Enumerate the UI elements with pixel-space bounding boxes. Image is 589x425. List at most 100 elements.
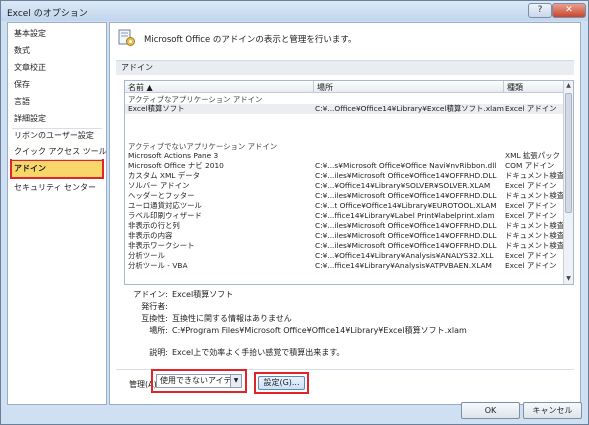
table-row[interactable]: ユーロ通貨対応ツール C:¥...t Office¥Office14¥Librar… [125,201,563,211]
addin-type: ドキュメント検査 [505,191,563,200]
detail-location-label: 場所: [149,326,168,335]
addins-table: 名前 ▲ 場所 種類 アクティブなアプリケーション アドイン Excel積算ソフ… [124,80,574,285]
addin-type: Excel アドイン [505,181,557,190]
table-row[interactable]: ソルバー アドイン C:¥...¥Office14¥Library¥SOLVER¥… [125,181,563,191]
detail-location-value: C:¥Program Files¥Microsoft Office¥Office… [172,326,467,335]
table-row[interactable]: 分析ツール C:¥...¥Office14¥Library¥Analysis¥AN… [125,251,563,261]
excel-options-dialog: Excel のオプション ? ✕ 基本設定 数式 文章校正 保存 言語 詳細設定… [0,0,589,425]
sidebar-item-customize-ribbon[interactable]: リボンのユーザー設定 [14,129,94,143]
detail-compat-value: 互換性に関する情報はありません [172,314,292,323]
dialog-footer: OK キャンセル [1,399,588,425]
sidebar-item-proofing[interactable]: 文章校正 [14,61,46,75]
panel-header-text: Microsoft Office のアドインの表示と管理を行います。 [144,35,357,45]
table-row[interactable]: 非表示の内容 C:¥...iles¥Microsoft Office¥Office… [125,231,563,241]
sidebar-item-general[interactable]: 基本設定 [14,27,46,41]
addins-section-label: アドイン [116,60,574,75]
addins-panel: Microsoft Office のアドインの表示と管理を行います。 アドイン … [109,22,581,405]
addin-type: Excel アドイン [505,104,557,113]
column-header-place[interactable]: 場所 [317,82,333,93]
addin-type: ドキュメント検査 [505,221,563,230]
addin-type: Excel アドイン [505,251,557,260]
addin-name: 分析ツール - VBA [128,261,188,270]
addin-name: 分析ツール [128,251,165,260]
table-row[interactable]: 非表示の行と列 C:¥...iles¥Microsoft Office¥Offic… [125,221,563,231]
detail-description-value: Excel上で効率よく手拾い感覚で積算出来ます。 [172,348,345,357]
addin-place: C:¥...iles¥Microsoft Office¥Office14¥OFF… [315,231,497,240]
detail-compat-label: 互換性: [141,314,168,323]
addin-gear-icon [118,29,135,46]
cancel-button[interactable]: キャンセル [523,402,582,419]
table-row[interactable]: Excel積算ソフト C:¥...Office¥Office14¥Library… [125,104,563,114]
go-button[interactable]: 設定(G)... [258,376,305,390]
sidebar-divider [12,159,102,160]
chevron-down-icon[interactable]: ▼ [230,375,241,387]
addin-type: XML 拡張パック [505,151,560,160]
sidebar-item-advanced[interactable]: 詳細設定 [14,112,46,126]
addin-name: ヘッダーとフッター [128,191,195,200]
detail-addin-value: Excel積算ソフト [172,290,234,299]
manage-dropdown[interactable]: 使用できないアイテム ▼ [156,374,242,388]
addin-type: ドキュメント検査 [505,231,563,240]
detail-publisher-label: 発行者: [141,302,168,311]
addin-name: 非表示の内容 [128,231,173,240]
scroll-up-icon[interactable]: ▲ [564,81,573,91]
table-row[interactable]: Microsoft Actions Pane 3 XML 拡張パック [125,151,563,161]
addin-type: ドキュメント検査 [505,241,563,250]
table-row[interactable]: カスタム XML データ C:¥...iles¥Microsoft Office¥… [125,171,563,181]
close-button[interactable]: ✕ [552,3,586,18]
table-row[interactable]: 分析ツール - VBA C:¥...ffice14¥Library¥Analysi… [125,261,563,271]
sidebar-item-save[interactable]: 保存 [14,78,30,92]
addin-type: ドキュメント検査 [505,171,563,180]
table-scrollbar[interactable]: ▲ ▼ [563,81,573,284]
addin-name: ユーロ通貨対応ツール [128,201,202,210]
sidebar-item-trust-center[interactable]: セキュリティ センター [14,181,96,195]
addin-name: 非表示の行と列 [128,221,180,230]
table-row[interactable]: Microsoft Office ナビ 2010 C:¥...s¥Microsof… [125,161,563,171]
addin-place: C:¥...ffice14¥Library¥Label Print¥labelp… [315,211,495,220]
scroll-thumb[interactable] [565,93,572,213]
manage-select-highlight: 使用できないアイテム ▼ [151,369,247,393]
table-body: アクティブなアプリケーション アドイン Excel積算ソフト C:¥...Off… [125,94,563,284]
table-header: 名前 ▲ 場所 種類 [125,81,563,93]
addin-name: ソルバー アドイン [128,181,190,190]
title-bar: Excel のオプション ? ✕ [1,1,588,21]
addin-place: C:¥...iles¥Microsoft Office¥Office14¥OFF… [315,241,497,250]
column-header-type[interactable]: 種類 [507,82,523,93]
addin-name: Microsoft Actions Pane 3 [128,151,219,160]
addin-place: C:¥...s¥Microsoft Office¥Office Navi¥nvR… [315,161,497,170]
addin-type: COM アドイン [505,161,555,170]
column-header-name[interactable]: 名前 ▲ [128,82,153,93]
go-button-highlight: 設定(G)... [254,372,309,394]
ok-button[interactable]: OK [461,402,520,419]
addin-place: C:¥...iles¥Microsoft Office¥Office14¥OFF… [315,171,497,180]
scroll-down-icon[interactable]: ▼ [564,274,573,284]
addin-place: C:¥...¥Office14¥Library¥SOLVER¥SOLVER.XL… [315,181,491,190]
column-divider [503,81,504,93]
addin-type: Excel アドイン [505,261,557,270]
addin-name: ラベル印刷ウィザード [128,211,202,220]
detail-addin-label: アドイン: [133,290,168,299]
table-row[interactable]: ラベル印刷ウィザード C:¥...ffice14¥Library¥Label Pr… [125,211,563,221]
addin-place: C:¥...iles¥Microsoft Office¥Office14¥OFF… [315,221,497,230]
table-row[interactable]: ヘッダーとフッター C:¥...iles¥Microsoft Office¥Off… [125,191,563,201]
manage-dropdown-value: 使用できないアイテム [160,376,240,385]
addin-place: C:¥...¥Office14¥Library¥Analysis¥ANALYS3… [315,251,494,260]
sidebar-item-language[interactable]: 言語 [14,95,30,109]
addin-place: C:¥...ffice14¥Library¥Analysis¥ATPVBAEN.… [315,261,492,270]
addin-place: C:¥...Office¥Office14¥Library¥Excel積算ソフト… [315,104,504,113]
addin-name: 非表示ワークシート [128,241,195,250]
detail-description-label: 説明: [149,348,168,357]
addin-place: C:¥...iles¥Microsoft Office¥Office14¥OFF… [315,191,497,200]
options-sidebar: 基本設定 数式 文章校正 保存 言語 詳細設定 リボンのユーザー設定 クイック … [7,22,125,405]
window-title: Excel のオプション [7,9,88,19]
addin-type: Excel アドイン [505,211,557,220]
addin-name: Excel積算ソフト [128,104,185,113]
table-row[interactable]: 非表示ワークシート C:¥...iles¥Microsoft Office¥Off… [125,241,563,251]
sidebar-item-addins[interactable]: アドイン [14,162,46,176]
sidebar-item-formulas[interactable]: 数式 [14,44,30,58]
addin-place: C:¥...t Office¥Office14¥Library¥EUROTOOL… [315,201,497,210]
addin-name: Microsoft Office ナビ 2010 [128,161,224,170]
help-button[interactable]: ? [528,3,552,18]
column-divider [313,81,314,93]
addin-name: カスタム XML データ [128,171,200,180]
